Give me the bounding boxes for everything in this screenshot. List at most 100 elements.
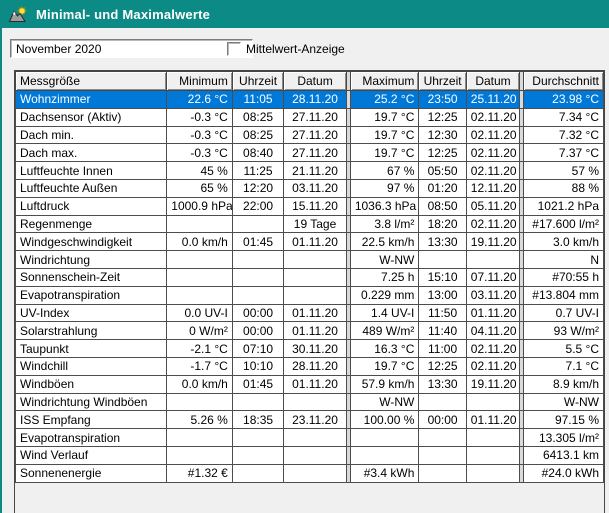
table-row[interactable]: Taupunkt -2.1 °C 07:10 30.11.20 16.3 °C 11:00… [14, 339, 604, 358]
cell-uhrzeit-max[interactable]: 23:50 [418, 90, 467, 109]
cell-datum-min[interactable]: 01.11.20 [283, 303, 347, 323]
cell-uhrzeit-max[interactable]: 18:20 [418, 214, 467, 234]
column-header-uhrzeit-min[interactable]: Uhrzeit [231, 71, 285, 91]
cell-uhrzeit-min[interactable]: 11:05 [231, 90, 285, 109]
cell-uhrzeit-min[interactable]: 22:00 [231, 196, 285, 216]
cell-durchschnitt[interactable]: 23.98 °C [523, 90, 604, 109]
cell-uhrzeit-min[interactable] [231, 267, 285, 287]
table-row[interactable]: Windrichtung W-NW N [14, 250, 604, 269]
cell-uhrzeit-min[interactable] [231, 445, 285, 465]
cell-maximum[interactable]: 22.5 km/h [349, 232, 420, 252]
cell-durchschnitt[interactable]: 8.9 km/h [523, 374, 604, 394]
cell-messgroesse[interactable]: Windchill [14, 356, 168, 376]
table-row[interactable]: Evapotranspiration 13.305 l/m² [14, 428, 604, 447]
cell-durchschnitt[interactable]: 3.0 km/h [523, 232, 604, 252]
cell-datum-min[interactable] [283, 445, 347, 465]
cell-durchschnitt[interactable]: 97.15 % [523, 410, 604, 430]
cell-maximum[interactable]: W-NW [349, 392, 420, 412]
cell-messgroesse[interactable]: UV-Index [14, 303, 168, 323]
cell-datum-max[interactable] [465, 428, 521, 447]
cell-datum-min[interactable]: 28.11.20 [283, 356, 347, 376]
cell-uhrzeit-min[interactable] [231, 250, 285, 269]
cell-maximum[interactable]: 16.3 °C [349, 339, 420, 358]
table-row[interactable]: Regenmenge 19 Tage 3.8 l/m² 18:20 02.11.20 #1… [14, 214, 604, 234]
cell-datum-max[interactable]: 25.11.20 [465, 90, 521, 109]
table-row[interactable]: Luftfeuchte Außen 65 % 12:20 03.11.20 97 % 01… [14, 178, 604, 198]
cell-uhrzeit-max[interactable] [418, 250, 467, 269]
cell-uhrzeit-max[interactable]: 13:30 [418, 232, 467, 252]
cell-datum-min[interactable]: 15.11.20 [283, 196, 347, 216]
cell-messgroesse[interactable]: Luftfeuchte Außen [14, 178, 168, 198]
cell-uhrzeit-min[interactable]: 00:00 [231, 303, 285, 323]
cell-uhrzeit-min[interactable]: 10:10 [231, 356, 285, 376]
mittelwert-checkbox[interactable] [227, 42, 241, 56]
cell-messgroesse[interactable]: Dach max. [14, 143, 168, 163]
cell-uhrzeit-max[interactable]: 12:25 [418, 356, 467, 376]
cell-datum-min[interactable]: 23.11.20 [283, 410, 347, 430]
cell-maximum[interactable]: 19.7 °C [349, 125, 420, 145]
cell-uhrzeit-min[interactable]: 11:25 [231, 161, 285, 180]
cell-uhrzeit-max[interactable] [418, 463, 467, 483]
cell-minimum[interactable] [166, 250, 233, 269]
cell-messgroesse[interactable]: Solarstrahlung [14, 321, 168, 341]
cell-messgroesse[interactable]: Wind Verlauf [14, 445, 168, 465]
cell-datum-max[interactable]: 02.11.20 [465, 125, 521, 145]
cell-messgroesse[interactable]: Evapotranspiration [14, 428, 168, 447]
table-row[interactable]: Sonnenenergie #1.32 € #3.4 kWh #24.0 kWh [14, 463, 604, 483]
cell-maximum[interactable]: #3.4 kWh [349, 463, 420, 483]
cell-maximum[interactable]: 19.7 °C [349, 107, 420, 127]
cell-durchschnitt[interactable]: #13.804 mm [523, 285, 604, 305]
cell-minimum[interactable] [166, 267, 233, 287]
table-row[interactable]: Solarstrahlung 0 W/m² 00:00 01.11.20 489 W/m… [14, 321, 604, 341]
table-row[interactable]: Luftfeuchte Innen 45 % 11:25 21.11.20 67 % 05… [14, 161, 604, 180]
cell-datum-min[interactable]: 01.11.20 [283, 321, 347, 341]
cell-uhrzeit-min[interactable]: 01:45 [231, 232, 285, 252]
cell-minimum[interactable] [166, 392, 233, 412]
cell-datum-max[interactable]: 03.11.20 [465, 285, 521, 305]
cell-minimum[interactable]: 0.0 km/h [166, 232, 233, 252]
cell-messgroesse[interactable]: Windrichtung [14, 250, 168, 269]
table-row[interactable]: UV-Index 0.0 UV-I 00:00 01.11.20 1.4 UV-I 11:… [14, 303, 604, 323]
cell-datum-min[interactable]: 27.11.20 [283, 143, 347, 163]
cell-datum-min[interactable]: 28.11.20 [283, 90, 347, 109]
cell-datum-min[interactable] [283, 250, 347, 269]
table-row[interactable]: Evapotranspiration 0.229 mm 13:00 03.11.20 #… [14, 285, 604, 305]
cell-messgroesse[interactable]: Sonnenschein-Zeit [14, 267, 168, 287]
column-header-messgroesse[interactable]: Messgröße [14, 71, 168, 91]
cell-uhrzeit-max[interactable]: 13:30 [418, 374, 467, 394]
cell-messgroesse[interactable]: Evapotranspiration [14, 285, 168, 305]
cell-datum-max[interactable]: 19.11.20 [465, 374, 521, 394]
cell-uhrzeit-max[interactable]: 12:30 [418, 125, 467, 145]
cell-minimum[interactable]: -0.3 °C [166, 107, 233, 127]
cell-datum-min[interactable] [283, 285, 347, 305]
cell-datum-max[interactable]: 02.11.20 [465, 339, 521, 358]
table-row[interactable]: Windgeschwindigkeit 0.0 km/h 01:45 01.11.20… [14, 232, 604, 252]
cell-datum-max[interactable]: 02.11.20 [465, 107, 521, 127]
cell-datum-min[interactable]: 01.11.20 [283, 374, 347, 394]
table-row[interactable]: Windrichtung Windböen W-NW W-NW [14, 392, 604, 412]
cell-uhrzeit-max[interactable]: 05:50 [418, 161, 467, 180]
cell-durchschnitt[interactable]: W-NW [523, 392, 604, 412]
cell-uhrzeit-max[interactable]: 11:40 [418, 321, 467, 341]
cell-minimum[interactable]: #1.32 € [166, 463, 233, 483]
cell-minimum[interactable]: 0 W/m² [166, 321, 233, 341]
cell-durchschnitt[interactable]: 13.305 l/m² [523, 428, 604, 447]
cell-durchschnitt[interactable]: N [523, 250, 604, 269]
cell-durchschnitt[interactable]: #70:55 h [523, 267, 604, 287]
cell-uhrzeit-min[interactable]: 00:00 [231, 321, 285, 341]
cell-uhrzeit-min[interactable] [231, 392, 285, 412]
cell-maximum[interactable]: 7.25 h [349, 267, 420, 287]
cell-datum-max[interactable]: 01.11.20 [465, 410, 521, 430]
cell-uhrzeit-max[interactable] [418, 445, 467, 465]
cell-minimum[interactable]: -2.1 °C [166, 339, 233, 358]
cell-durchschnitt[interactable]: 5.5 °C [523, 339, 604, 358]
cell-uhrzeit-min[interactable]: 01:45 [231, 374, 285, 394]
cell-maximum[interactable]: 19.7 °C [349, 356, 420, 376]
cell-durchschnitt[interactable]: 7.32 °C [523, 125, 604, 145]
cell-datum-max[interactable]: 19.11.20 [465, 232, 521, 252]
cell-datum-min[interactable] [283, 463, 347, 483]
cell-messgroesse[interactable]: Regenmenge [14, 214, 168, 234]
cell-messgroesse[interactable]: Luftfeuchte Innen [14, 161, 168, 180]
cell-messgroesse[interactable]: ISS Empfang [14, 410, 168, 430]
cell-minimum[interactable] [166, 428, 233, 447]
